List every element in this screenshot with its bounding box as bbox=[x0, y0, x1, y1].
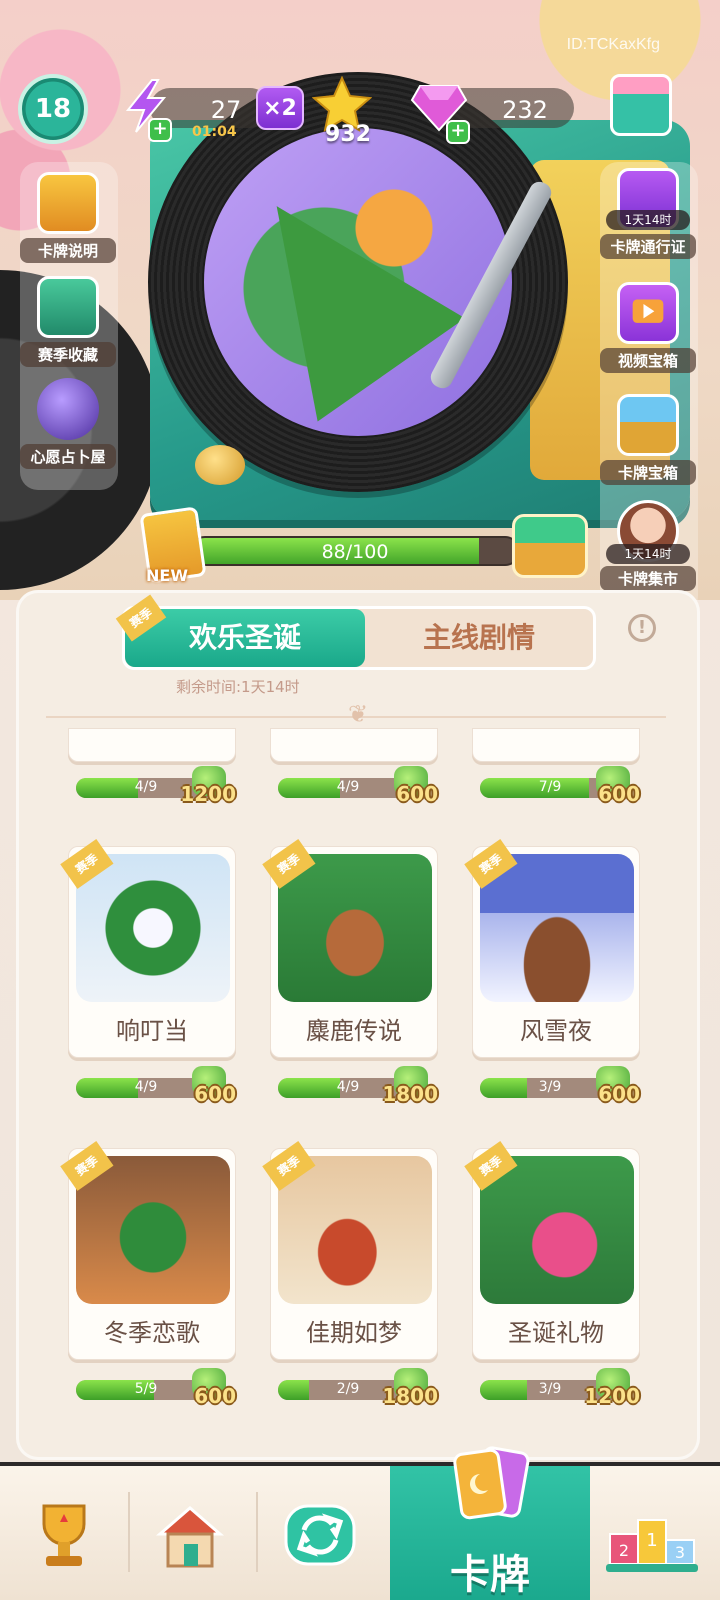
reward-value: 600 bbox=[396, 782, 438, 806]
leaderboard-icon[interactable]: 2 1 3 bbox=[602, 1484, 702, 1584]
wish-fortune-label: 心愿占卜屋 bbox=[20, 444, 116, 469]
trophy-icon[interactable] bbox=[14, 1484, 114, 1584]
svg-text:1: 1 bbox=[646, 1530, 657, 1551]
nav-cards-tab[interactable]: 卡牌 bbox=[390, 1446, 590, 1600]
card-chest-label: 卡牌宝箱 bbox=[600, 460, 696, 485]
card-name: 麋鹿传说 bbox=[306, 1017, 402, 1045]
stars-value: 932 bbox=[325, 122, 371, 147]
card-market-button[interactable]: 1天14时 卡牌集市 bbox=[600, 500, 696, 591]
reward-value: 1800 bbox=[382, 1082, 438, 1106]
divider-ornament: ❦ bbox=[347, 700, 369, 728]
nav-separator bbox=[128, 1492, 130, 1572]
collection-progress-bar: 88/100 bbox=[190, 536, 520, 566]
bottom-nav: 卡牌 2 1 3 bbox=[0, 1446, 720, 1600]
exchange-icon[interactable] bbox=[270, 1484, 370, 1584]
svg-text:2: 2 bbox=[619, 1541, 629, 1560]
info-icon[interactable]: ! bbox=[628, 614, 656, 642]
collection-tabs: 欢乐圣诞 主线剧情 bbox=[122, 606, 596, 670]
nav-cards-label: 卡牌 bbox=[450, 1552, 530, 1598]
nav-separator bbox=[256, 1492, 258, 1572]
reward-value: 600 bbox=[194, 1082, 236, 1106]
svg-text:3: 3 bbox=[675, 1543, 685, 1562]
collection-progress-text: 88/100 bbox=[321, 541, 389, 563]
reward-value: 600 bbox=[194, 1384, 236, 1408]
reward-value: 600 bbox=[598, 1082, 640, 1106]
turntable-knob bbox=[195, 445, 245, 485]
energy-value: 27 bbox=[210, 96, 242, 124]
house-artwork bbox=[480, 854, 634, 1002]
card-name: 冬季恋歌 bbox=[104, 1319, 200, 1347]
season-collection-icon bbox=[37, 276, 99, 338]
reward-value: 600 bbox=[598, 782, 640, 806]
add-gems-button[interactable]: + bbox=[446, 120, 470, 144]
collection-card[interactable]: 赛季 风雪夜 bbox=[464, 839, 640, 1058]
video-chest-icon bbox=[617, 282, 679, 344]
card-top-partial[interactable] bbox=[68, 728, 236, 762]
card-chest-button[interactable]: 卡牌宝箱 bbox=[600, 394, 696, 485]
cards-icon bbox=[453, 1446, 530, 1520]
pass-timer: 1天14时 bbox=[606, 210, 690, 230]
card-top-partial[interactable] bbox=[472, 728, 640, 762]
reward-value: 1800 bbox=[382, 1384, 438, 1408]
tree-artwork bbox=[76, 1156, 230, 1304]
card-pass-label: 卡牌通行证 bbox=[600, 234, 696, 259]
remaining-time: 剩余时间:1天14时 bbox=[176, 678, 300, 696]
train-artwork bbox=[278, 1156, 432, 1304]
collection-card[interactable]: 赛季 响叮当 bbox=[60, 839, 236, 1058]
tree-art bbox=[204, 154, 466, 422]
card-market-label: 卡牌集市 bbox=[600, 566, 696, 591]
card-top-partial[interactable] bbox=[270, 728, 438, 762]
card-info-button[interactable]: 卡牌说明 bbox=[20, 172, 116, 263]
market-timer: 1天14时 bbox=[606, 544, 690, 564]
card-chest-icon bbox=[617, 394, 679, 456]
player-id: ID:TCKaxKfg bbox=[566, 36, 660, 53]
gift-artwork bbox=[480, 1156, 634, 1304]
reward-chest-icon[interactable] bbox=[512, 514, 588, 578]
reward-value: 1200 bbox=[180, 782, 236, 806]
gems-value: 232 bbox=[502, 96, 548, 124]
crystal-ball-icon bbox=[37, 378, 99, 440]
play-icon bbox=[632, 299, 664, 323]
wish-fortune-button[interactable]: 心愿占卜屋 bbox=[20, 378, 116, 469]
collection-card[interactable]: 赛季 麋鹿传说 bbox=[262, 839, 438, 1058]
level-badge[interactable]: 18 bbox=[18, 74, 88, 144]
reindeer-artwork bbox=[278, 854, 432, 1002]
card-name: 佳期如梦 bbox=[306, 1319, 402, 1347]
card-info-icon bbox=[37, 172, 99, 234]
card-pass-button[interactable]: 1天14时 卡牌通行证 bbox=[600, 168, 696, 259]
vinyl-artwork bbox=[204, 128, 512, 436]
level-value: 18 bbox=[34, 94, 72, 124]
collection-card[interactable]: 赛季 圣诞礼物 bbox=[464, 1141, 640, 1360]
new-badge: NEW bbox=[146, 566, 188, 585]
collection-card[interactable]: 赛季 冬季恋歌 bbox=[60, 1141, 236, 1360]
shop-icon[interactable] bbox=[610, 74, 672, 136]
multiplier-button[interactable]: ×2 bbox=[256, 86, 304, 130]
collection-card[interactable]: 赛季 佳期如梦 bbox=[262, 1141, 438, 1360]
card-name: 风雪夜 bbox=[520, 1017, 592, 1045]
season-collection-label: 赛季收藏 bbox=[20, 342, 116, 367]
video-chest-label: 视频宝箱 bbox=[600, 348, 696, 373]
reward-value: 1200 bbox=[584, 1384, 640, 1408]
energy-timer: 01:04 bbox=[192, 124, 237, 140]
card-name: 圣诞礼物 bbox=[508, 1319, 604, 1347]
card-collection-panel: 欢乐圣诞 主线剧情 赛季 ! 剩余时间:1天14时 ❦ 4/9 1200 4/9 60… bbox=[16, 590, 700, 1460]
video-chest-button[interactable]: 视频宝箱 bbox=[600, 282, 696, 373]
card-info-label: 卡牌说明 bbox=[20, 238, 116, 263]
season-collection-button[interactable]: 赛季收藏 bbox=[20, 276, 116, 367]
home-build-icon[interactable] bbox=[140, 1484, 240, 1584]
add-energy-button[interactable]: + bbox=[148, 118, 172, 142]
wreath-artwork bbox=[76, 854, 230, 1002]
card-name: 响叮当 bbox=[116, 1017, 188, 1045]
tab-main-story[interactable]: 主线剧情 bbox=[365, 609, 593, 667]
